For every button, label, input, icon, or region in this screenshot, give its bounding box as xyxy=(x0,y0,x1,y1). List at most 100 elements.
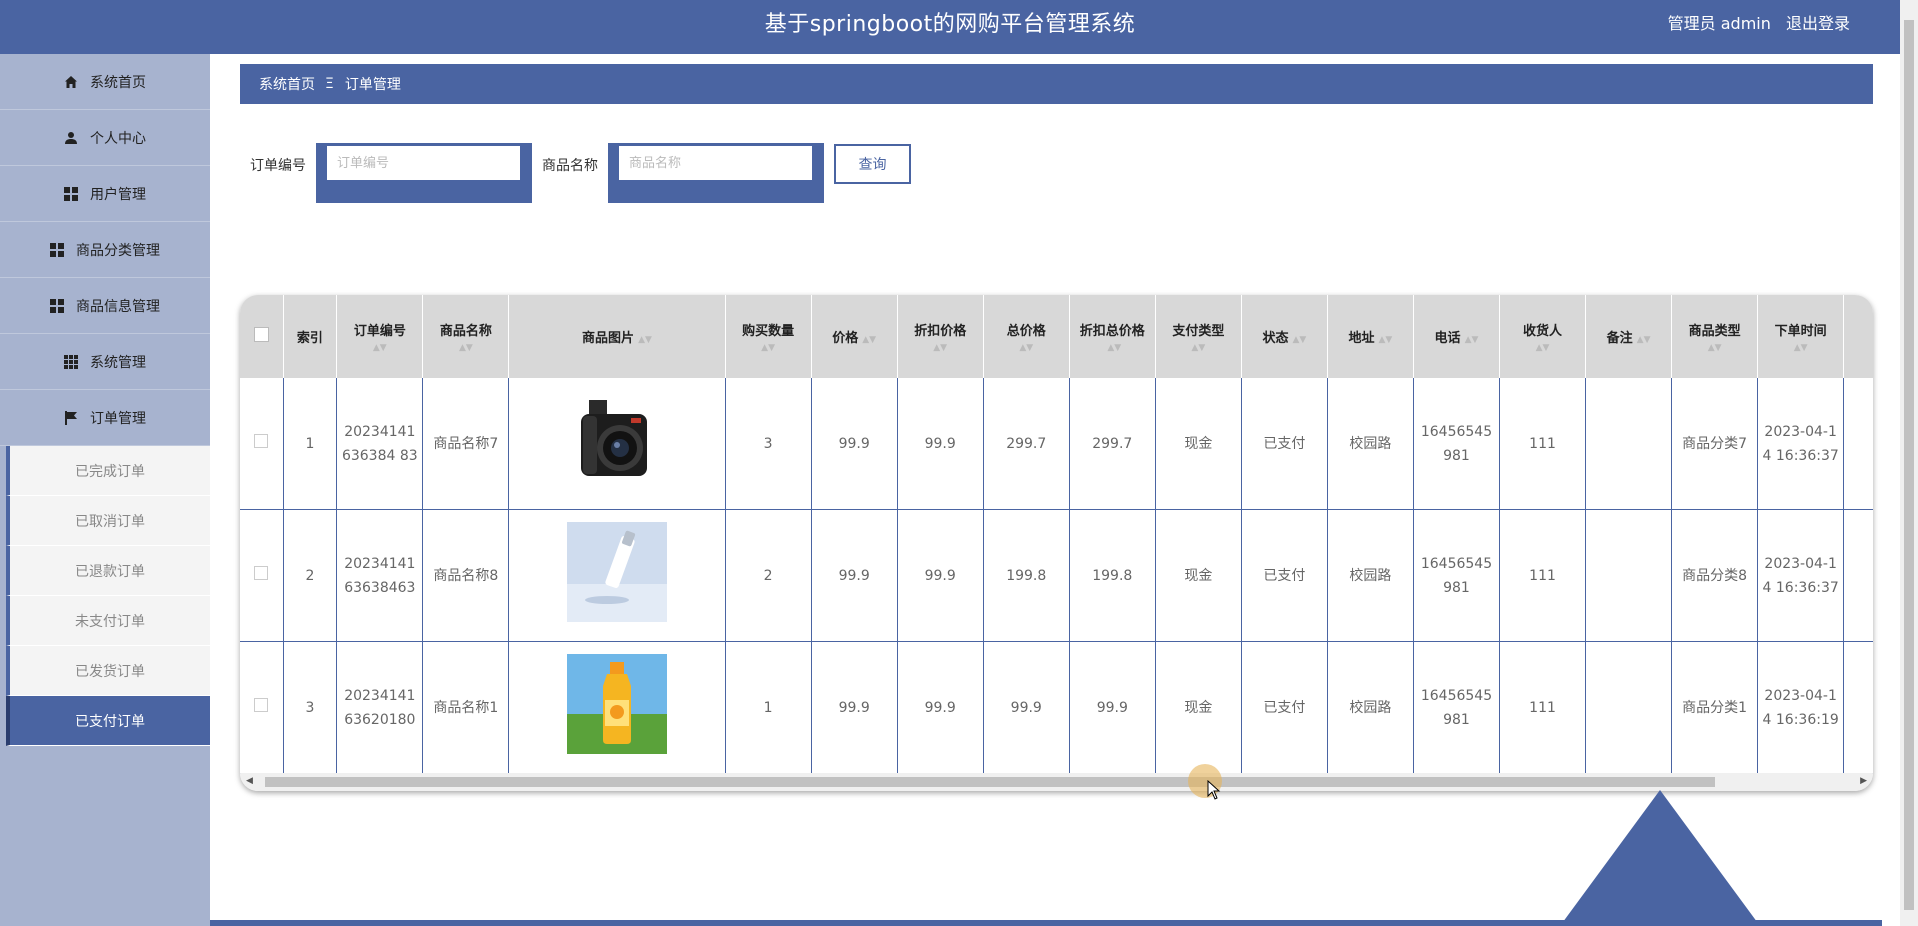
col-header[interactable]: 购买数量 ▲▼ xyxy=(725,295,812,378)
col-label: 折扣价格 xyxy=(914,324,967,339)
table-row: 1 20234141636384 83 商品名称7 3 99.9 99.9 29… xyxy=(240,378,1873,510)
vertical-scroll-thumb[interactable] xyxy=(1904,20,1914,910)
cell-discount-price: 99.9 xyxy=(897,641,984,774)
sidebar-sub-unpaid[interactable]: 未支付订单 xyxy=(6,596,210,646)
sidebar-item-users[interactable]: 用户管理 xyxy=(0,166,210,222)
sort-icon[interactable]: ▲▼ xyxy=(1762,343,1839,353)
sidebar-item-label: 个人中心 xyxy=(90,130,146,147)
scroll-left-arrow-icon[interactable]: ◀ xyxy=(246,776,253,786)
col-header[interactable]: 订单编号 ▲▼ xyxy=(336,295,424,378)
sort-icon[interactable]: ▲▼ xyxy=(1160,343,1237,353)
sort-icon[interactable]: ▲▼ xyxy=(638,335,652,345)
sort-icon[interactable]: ▲▼ xyxy=(341,343,418,353)
col-label: 支付类型 xyxy=(1172,324,1225,339)
sort-icon[interactable]: ▲▼ xyxy=(1379,335,1393,345)
col-header[interactable]: 状态 ▲▼ xyxy=(1241,295,1328,378)
col-label: 购买数量 xyxy=(742,324,795,339)
cell-time: 2023-04-14 16:36:19 xyxy=(1757,641,1845,774)
sort-icon[interactable]: ▲▼ xyxy=(1676,343,1753,353)
cell-receiver: 111 xyxy=(1499,378,1587,510)
sort-icon[interactable]: ▲▼ xyxy=(427,343,504,353)
cell-actions: 详情 xyxy=(1843,641,1873,774)
cell-order-no: 2023414163638463 xyxy=(336,509,424,642)
cell-phone: 16456545981 xyxy=(1413,509,1501,642)
col-label: 收货人 xyxy=(1523,324,1563,339)
product-name-input[interactable] xyxy=(618,145,813,181)
sort-icon[interactable]: ▲▼ xyxy=(1465,335,1479,345)
sidebar-sub-paid[interactable]: 已支付订单 xyxy=(6,696,210,746)
sidebar-item-category[interactable]: 商品分类管理 xyxy=(0,222,210,278)
cell-pay-type: 现金 xyxy=(1155,378,1242,510)
col-header[interactable]: 商品名称 ▲▼ xyxy=(422,295,510,378)
col-header[interactable]: 地址 ▲▼ xyxy=(1327,295,1414,378)
sort-icon[interactable]: ▲▼ xyxy=(730,343,807,353)
col-label: 备注 xyxy=(1606,331,1633,346)
sidebar-item-system[interactable]: 系统管理 xyxy=(0,334,210,390)
cell-order-no: 20234141636384 83 xyxy=(336,378,424,510)
sort-icon[interactable]: ▲▼ xyxy=(862,335,876,345)
sidebar-item-home[interactable]: 系统首页 xyxy=(0,54,210,110)
col-header[interactable]: 折扣价格 ▲▼ xyxy=(897,295,984,378)
grid-icon xyxy=(50,242,64,257)
sort-icon[interactable]: ▲▼ xyxy=(1504,343,1581,353)
col-header[interactable]: 商品图片 ▲▼ xyxy=(508,295,726,378)
logout-link[interactable]: 退出登录 xyxy=(1786,14,1850,33)
juice-bottle-image xyxy=(566,653,667,754)
sort-icon[interactable]: ▲▼ xyxy=(988,343,1065,353)
grid-icon xyxy=(64,186,78,201)
sidebar-sub-cancelled[interactable]: 已取消订单 xyxy=(6,496,210,546)
sort-icon[interactable]: ▲▼ xyxy=(902,343,979,353)
col-header[interactable]: 收货人 ▲▼ xyxy=(1499,295,1587,378)
cell-product-image xyxy=(508,378,726,510)
cell-time: 2023-04-14 16:36:37 xyxy=(1757,378,1845,510)
table-row: 2 2023414163638463 商品名称8 2 99.9 99.9 199… xyxy=(240,509,1873,642)
row-checkbox[interactable] xyxy=(254,565,269,580)
cell-actions: 详情 xyxy=(1843,378,1873,510)
col-label: 总价格 xyxy=(1006,324,1046,339)
breadcrumb: 系统首页 Ξ 订单管理 xyxy=(240,64,1873,104)
cell-category: 商品分类1 xyxy=(1671,641,1759,774)
sidebar-sub-refunded[interactable]: 已退款订单 xyxy=(6,546,210,596)
col-header[interactable]: 商品类型 ▲▼ xyxy=(1671,295,1759,378)
row-checkbox[interactable] xyxy=(254,433,269,448)
order-no-input[interactable] xyxy=(326,145,521,181)
col-header[interactable]: 支付类型 ▲▼ xyxy=(1155,295,1242,378)
col-header[interactable]: 总价格 ▲▼ xyxy=(983,295,1070,378)
col-header[interactable]: 折扣总价格 ▲▼ xyxy=(1069,295,1156,378)
col-label: 索引 xyxy=(296,331,323,346)
col-header[interactable]: 备注 ▲▼ xyxy=(1585,295,1673,378)
page-vertical-scrollbar[interactable] xyxy=(1900,0,1918,926)
horizontal-scrollbar[interactable]: ◀ ▶ xyxy=(240,773,1873,791)
camera-image xyxy=(566,389,667,490)
scroll-right-arrow-icon[interactable]: ▶ xyxy=(1860,776,1867,786)
col-label: 商品图片 xyxy=(582,331,635,346)
cell-qty: 2 xyxy=(725,509,812,642)
col-label: 电话 xyxy=(1434,331,1461,346)
cell-status: 已支付 xyxy=(1241,378,1328,510)
sidebar-item-personal[interactable]: 个人中心 xyxy=(0,110,210,166)
cell-qty: 1 xyxy=(725,641,812,774)
col-header[interactable]: 价格 ▲▼ xyxy=(811,295,898,378)
sidebar-item-products[interactable]: 商品信息管理 xyxy=(0,278,210,334)
select-all-checkbox[interactable] xyxy=(253,327,269,342)
cell-pay-type: 现金 xyxy=(1155,641,1242,774)
horizontal-scroll-thumb[interactable] xyxy=(265,777,1715,787)
sidebar-item-orders[interactable]: 订单管理 xyxy=(0,390,210,446)
product-name-label: 商品名称 xyxy=(542,158,598,174)
cell-index: 2 xyxy=(283,509,338,642)
sort-icon[interactable]: ▲▼ xyxy=(1637,335,1651,345)
col-header[interactable]: 电话 ▲▼ xyxy=(1413,295,1501,378)
cell-phone: 16456545981 xyxy=(1413,641,1501,774)
home-icon xyxy=(65,75,77,88)
cell-discount-total: 99.9 xyxy=(1069,641,1156,774)
col-header[interactable]: 索引 xyxy=(283,295,338,378)
breadcrumb-home[interactable]: 系统首页 xyxy=(259,74,315,94)
query-button[interactable]: 查询 xyxy=(834,144,911,184)
sidebar-sub-completed[interactable]: 已完成订单 xyxy=(6,446,210,496)
row-checkbox[interactable] xyxy=(254,697,269,712)
sort-icon[interactable]: ▲▼ xyxy=(1107,343,1121,353)
sidebar-sub-shipped[interactable]: 已发货订单 xyxy=(6,646,210,696)
col-header[interactable]: 下单时间 ▲▼ xyxy=(1757,295,1845,378)
sort-icon[interactable]: ▲▼ xyxy=(1292,335,1306,345)
cell-product-image xyxy=(508,641,726,774)
